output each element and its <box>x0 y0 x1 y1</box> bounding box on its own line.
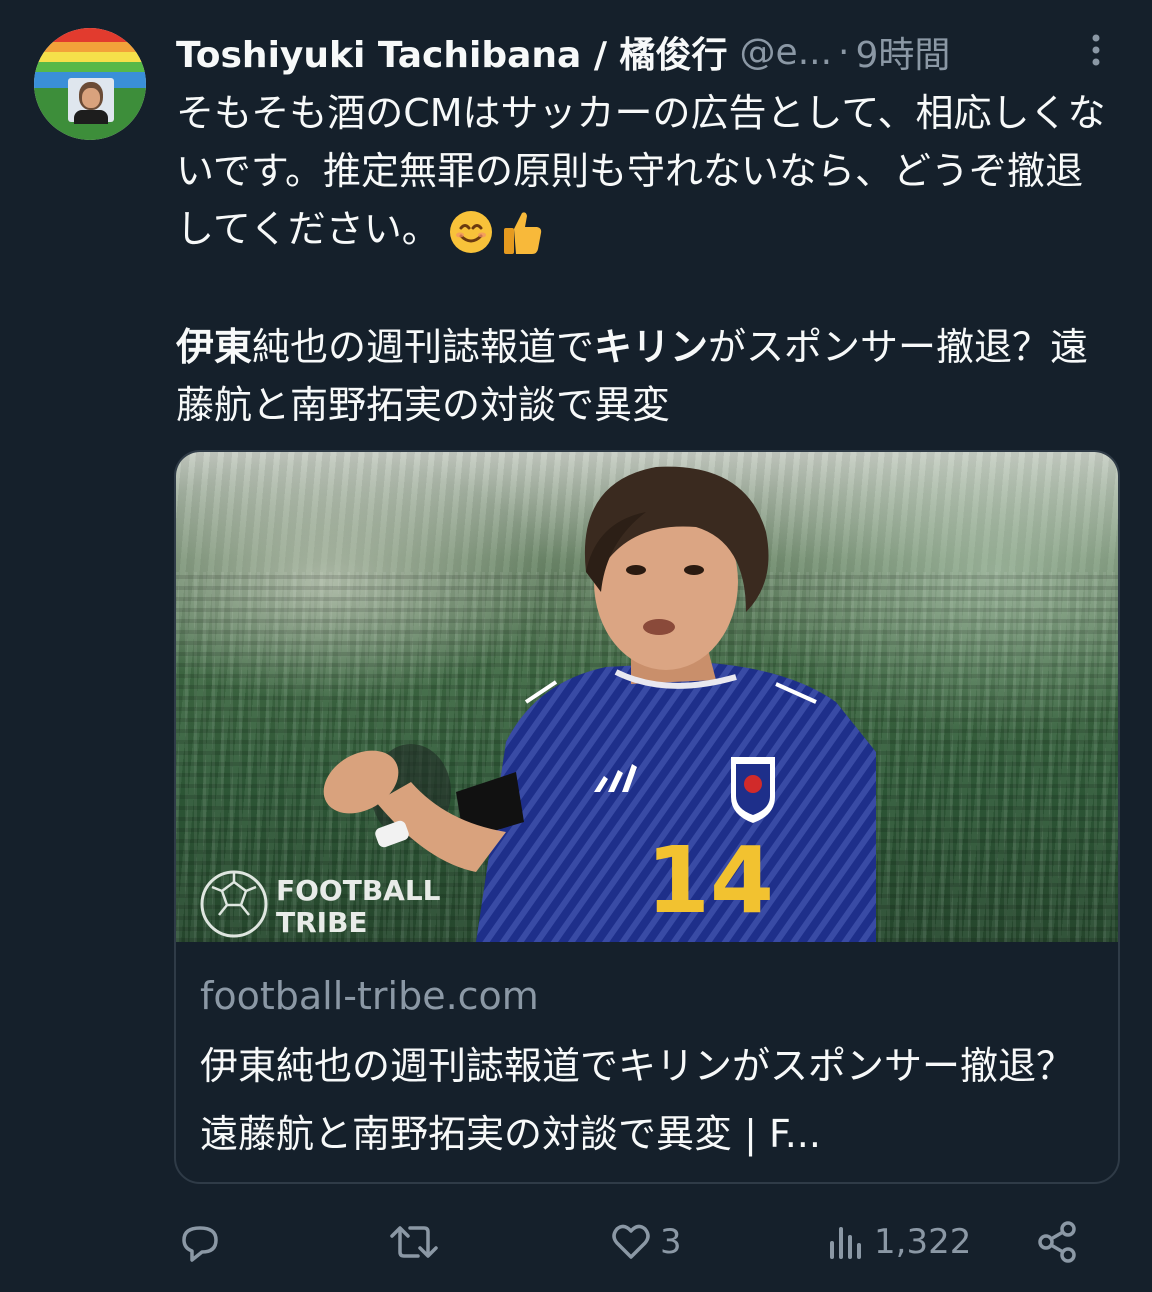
reply-icon <box>182 1226 218 1262</box>
separator-dot: · <box>838 31 850 73</box>
timestamp[interactable]: 9時間 <box>855 26 950 78</box>
author-name[interactable]: Toshiyuki Tachibana / 橘俊行 <box>176 26 728 78</box>
like-count: 3 <box>660 1222 682 1262</box>
views-count: 1,322 <box>874 1222 972 1262</box>
quoted-headline: 伊東純也の週刊誌報道でキリンがスポンサー撤退？遠藤航と南野拓実の対談で異変 <box>176 318 1120 434</box>
retweet-button[interactable] <box>388 1212 446 1272</box>
more-options-icon[interactable] <box>1084 30 1108 70</box>
like-button[interactable]: 3 <box>608 1212 682 1272</box>
tweet-emojis <box>448 207 546 257</box>
views-icon <box>830 1227 861 1259</box>
card-title[interactable]: 伊東純也の週刊誌報道でキリンがスポンサー撤退？遠藤航と南野拓実の対談で異変 | … <box>200 1032 1090 1168</box>
card-image[interactable]: 14 FOOTBALL TRIBE <box>176 452 1118 942</box>
author-handle[interactable]: @e... <box>740 32 832 73</box>
headline-bold-2: キリン <box>594 325 709 369</box>
card-logo-line1: FOOTBALL <box>276 874 441 907</box>
share-button[interactable] <box>1034 1212 1082 1272</box>
smiling-face-emoji <box>449 210 492 253</box>
views-button[interactable]: 1,322 <box>824 1212 971 1272</box>
link-card[interactable]: 14 FOOTBALL TRIBE football-tribe.com 伊東純… <box>174 450 1120 1184</box>
avatar[interactable] <box>34 28 146 140</box>
tweet-actions: 3 1,322 <box>176 1212 1096 1272</box>
card-domain[interactable]: football-tribe.com <box>200 974 539 1018</box>
headline-part-2: 純也の週刊誌報道で <box>252 325 595 369</box>
tweet-text-content: そもそも酒のCMはサッカーの広告として、相応しくないです。推定無罪の原則も守れな… <box>176 91 1106 251</box>
share-icon <box>1038 1221 1076 1263</box>
card-logo-line2: TRIBE <box>276 906 368 939</box>
player-illustration: 14 FOOTBALL TRIBE <box>200 466 876 942</box>
tweet[interactable]: Toshiyuki Tachibana / 橘俊行 @e... · 9時間 そも… <box>0 0 1152 1292</box>
jersey-number: 14 <box>646 827 774 934</box>
tweet-text: そもそも酒のCMはサッカーの広告として、相応しくないです。推定無罪の原則も守れな… <box>176 84 1120 258</box>
heart-icon <box>612 1224 650 1259</box>
thumbs-up-emoji <box>503 211 541 254</box>
headline-bold-1: 伊東 <box>176 325 253 369</box>
reply-button[interactable] <box>176 1212 230 1272</box>
retweet-icon <box>390 1226 438 1258</box>
tweet-header: Toshiyuki Tachibana / 橘俊行 @e... · 9時間 <box>176 24 1096 80</box>
